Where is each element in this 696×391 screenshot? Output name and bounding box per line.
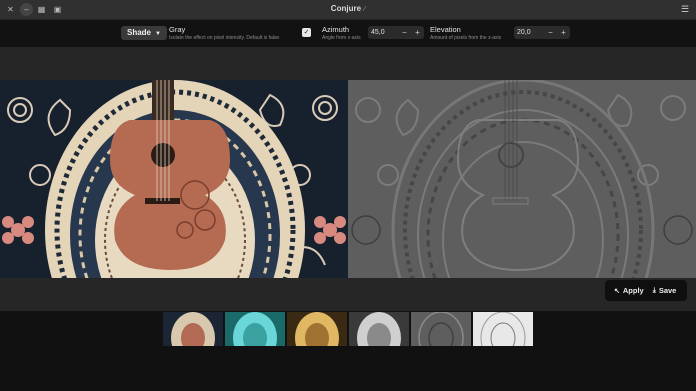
window-title-text: Conjure (330, 4, 362, 13)
effect-dropdown[interactable]: Shade ▼ (121, 26, 167, 40)
image-canvas[interactable] (0, 80, 696, 278)
gray-title: Gray (169, 25, 186, 34)
thumbnail-strip (0, 311, 696, 391)
gray-checkbox[interactable]: ✓ (302, 28, 311, 37)
azimuth-decrement-button[interactable]: − (398, 26, 411, 39)
elevation-title: Elevation (430, 25, 461, 34)
elevation-subtitle: Amount of pixels from the z-axis (430, 35, 502, 41)
window-title: Conjure ⁄ (0, 4, 696, 13)
download-icon: ⤓ (652, 286, 656, 294)
elevation-increment-button[interactable]: + (557, 26, 570, 39)
save-label: Save (658, 286, 677, 295)
azimuth-title: Azimuth (322, 25, 350, 34)
thumbnail-cyan[interactable] (225, 312, 285, 346)
wand-icon: ↖ (614, 287, 620, 295)
chevron-down-icon: ▼ (155, 31, 161, 37)
azimuth-value[interactable]: 45,0 (368, 29, 398, 36)
magic-wand-icon: ⁄ (364, 6, 366, 13)
apply-button[interactable]: ↖ Apply (614, 286, 644, 295)
thumbnail-original[interactable] (163, 312, 223, 346)
original-image (0, 80, 348, 278)
action-bar: ↖ Apply ⤓ Save (605, 280, 687, 301)
save-button[interactable]: ⤓ Save (653, 286, 677, 295)
thumbnail-shade[interactable] (411, 312, 471, 346)
azimuth-increment-button[interactable]: + (411, 26, 424, 39)
azimuth-spinbutton[interactable]: 45,0 − + (368, 26, 424, 39)
azimuth-subtitle: Angle from x-axis (322, 35, 361, 41)
canvas-top-padding (0, 47, 696, 80)
hamburger-menu-icon[interactable]: ☰ (678, 3, 692, 16)
elevation-decrement-button[interactable]: − (544, 26, 557, 39)
gray-subtitle: Isolate the effect on pixel intensity. D… (169, 35, 280, 41)
elevation-spinbutton[interactable]: 20,0 − + (514, 26, 570, 39)
thumbnail-sepia[interactable] (287, 312, 347, 346)
elevation-value[interactable]: 20,0 (514, 29, 544, 36)
apply-label: Apply (622, 286, 644, 295)
thumbnail-grayscale[interactable] (349, 312, 409, 346)
canvas-bottom-padding (0, 278, 696, 311)
thumbnail-sketch[interactable] (473, 312, 533, 346)
effect-dropdown-label: Shade (127, 28, 152, 37)
title-bar: ✕ – ▦ ▣ Conjure ⁄ ☰ (0, 0, 696, 20)
processed-image (348, 80, 696, 278)
